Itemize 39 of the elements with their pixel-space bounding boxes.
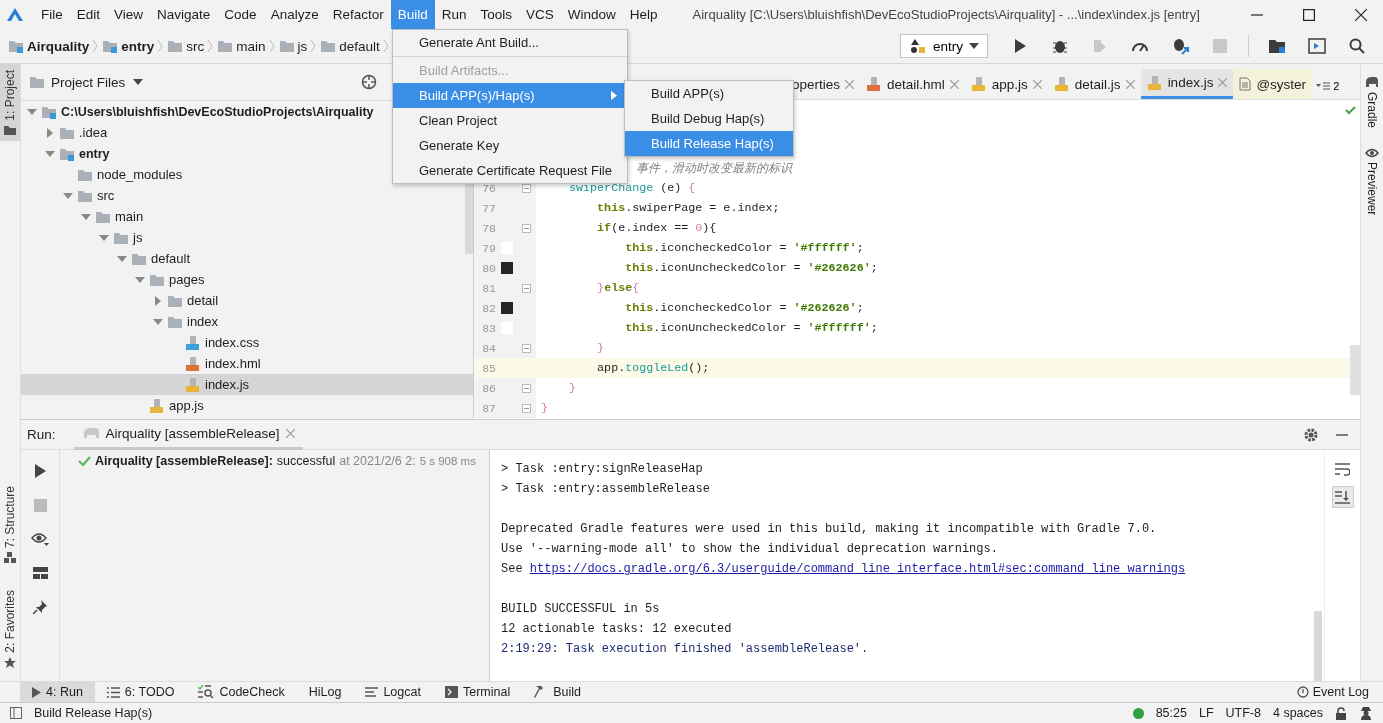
code-line: } (568, 381, 577, 395)
line-number: 77 (481, 201, 496, 215)
line-number: 79 (481, 241, 496, 255)
panel-label: Run: (27, 427, 56, 442)
code-line: this.swiperPage = e.index; (596, 201, 780, 215)
console-line: See https://docs.gradle.org/6.3/userguide/command_line_interface.html#sec:command_line_warnings (501, 562, 1186, 576)
console-line: > Task :entry:signReleaseHap (501, 462, 703, 476)
window-title: Airquality [C:\Users\bluishfish\DevEcoStudioProjects\Airquality] - ...\index\index.js [entry] (692, 7, 1200, 22)
console-line: Deprecated Gradle features were used in this build, making it incompatible with Gradle 7.0. (501, 522, 1157, 536)
line-number: 85 (481, 361, 496, 375)
line-number: 81 (481, 281, 496, 295)
run-timestamp: at 2021/2/6 2: (339, 454, 416, 468)
code-line: this.iconUncheckedColor = '#ffffff'; (624, 321, 878, 335)
line-number: 82 (481, 301, 496, 315)
code-line: app.toggleLed(); (596, 361, 710, 375)
code-line: this.iconUncheckedColor = '#262626'; (624, 261, 878, 275)
line-number: 78 (481, 221, 496, 235)
code-line: swiperChange (e) { (568, 181, 696, 195)
code-line: this.iconcheckedColor = '#262626'; (624, 301, 864, 315)
code-line: 事件，滑动时改变最新的标识 (636, 159, 792, 177)
line-number: 84 (481, 341, 496, 355)
console-line: > Task :entry:assembleRelease (501, 482, 710, 496)
code-line: }else{ (596, 281, 640, 295)
code-line: } (596, 341, 605, 355)
run-duration: 5 s 908 ms (419, 455, 476, 467)
console-line: Use '--warning-mode all' to show the individual deprecation warnings. (501, 542, 998, 556)
line-number: 86 (481, 381, 496, 395)
console-line: 12 actionable tasks: 12 executed (501, 622, 732, 636)
code-line: if(e.index == 0){ (596, 221, 717, 235)
console-line: 2:19:29: Task execution finished 'assembleRelease'. (501, 642, 869, 656)
run-status: successful (276, 454, 336, 468)
console-line: BUILD SUCCESSFUL in 5s (501, 602, 660, 616)
line-number: 87 (481, 401, 496, 415)
status-message: Build Release Hap(s) (34, 706, 153, 720)
line-number: 83 (481, 321, 496, 335)
line-number: 76 (481, 181, 496, 195)
code-line: } (541, 401, 548, 415)
code-line: this.iconcheckedColor = '#ffffff'; (624, 241, 864, 255)
line-number: 80 (481, 261, 496, 275)
